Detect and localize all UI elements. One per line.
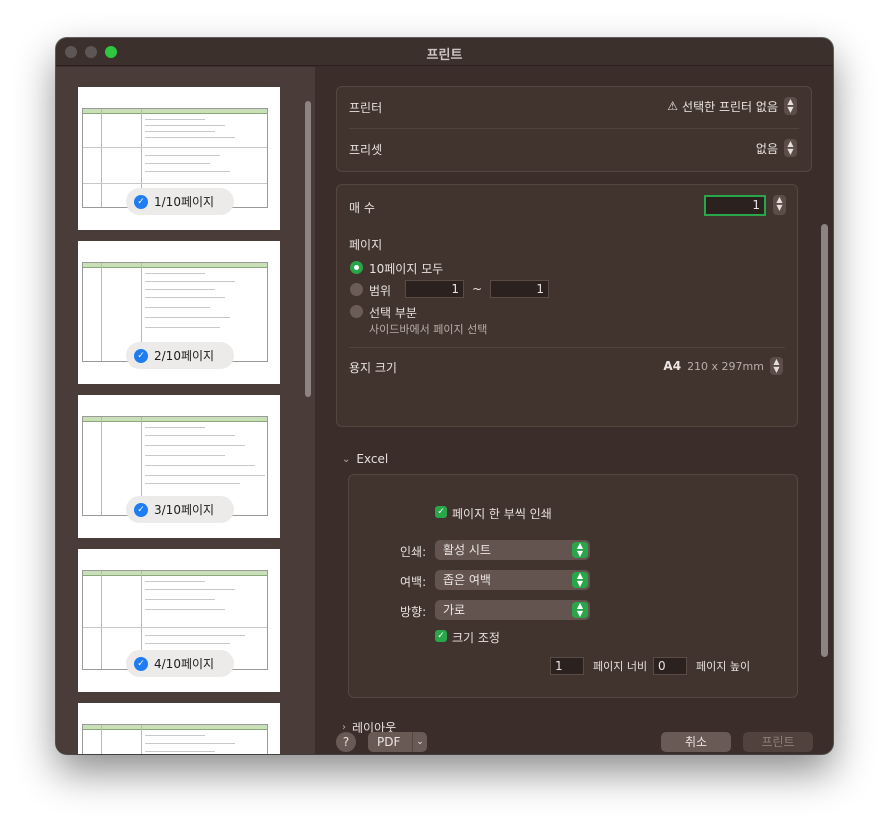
- print-settings-panel: 프린터 ⚠ 선택한 프린터 없음 ▲ ▼ 프리셋 없음 ▲ ▼ 매 수 1 ▲ ▼ 페…: [315, 67, 833, 754]
- pages-tall-label: 페이지 높이: [696, 660, 751, 673]
- copies-input[interactable]: 1: [704, 195, 766, 216]
- chevron-down-icon: ⌄: [412, 732, 427, 752]
- printer-preset-group: 프린터 ⚠ 선택한 프린터 없음 ▲ ▼ 프리셋 없음 ▲ ▼: [336, 86, 812, 172]
- window-title: 프린트: [426, 48, 463, 63]
- orientation-select[interactable]: 가로 ▲ ▼: [435, 600, 590, 620]
- pages-tall-input[interactable]: 0: [653, 657, 687, 675]
- selection-hint: 사이드바에서 페이지 선택: [369, 323, 488, 336]
- page-selected-badge[interactable]: ✓ 2/10페이지: [126, 342, 234, 369]
- page-number-label: 1/10페이지: [154, 195, 215, 209]
- scale-label: 크기 조정: [452, 631, 500, 645]
- orientation-value: 가로: [443, 603, 466, 617]
- checkmark-icon: ✓: [134, 656, 148, 671]
- pages-wide-label: 페이지 너비: [593, 660, 648, 673]
- paper-size-select[interactable]: A4 210 x 297mm ▲ ▼: [663, 356, 783, 376]
- page-thumbnail-4[interactable]: ✓ 4/10페이지: [78, 549, 280, 692]
- excel-section-title: Excel: [356, 452, 389, 466]
- preset-select[interactable]: 없음 ▲ ▼: [756, 138, 797, 158]
- printer-value: 선택한 프린터 없음: [682, 99, 778, 114]
- help-icon: ?: [342, 735, 350, 749]
- page-number-label: 4/10페이지: [154, 657, 215, 671]
- help-button[interactable]: ?: [336, 732, 356, 752]
- chevron-updown-icon: ▲ ▼: [572, 542, 588, 558]
- print-button[interactable]: 프린트: [743, 732, 813, 752]
- chevron-down-icon: ⌄: [342, 453, 351, 465]
- settings-scrollbar[interactable]: [821, 224, 828, 657]
- range-label: 범위: [369, 284, 392, 298]
- page-selected-badge[interactable]: ✓ 4/10페이지: [126, 650, 234, 677]
- all-pages-radio[interactable]: [350, 261, 363, 274]
- page-number-label: 2/10페이지: [154, 349, 215, 363]
- pages-label: 페이지: [349, 238, 383, 252]
- page-thumbnail-3[interactable]: ✓ 3/10페이지: [78, 395, 280, 538]
- title-bar: 프린트: [56, 38, 833, 66]
- chevron-right-icon: ›: [342, 721, 346, 733]
- scale-checkbox[interactable]: ✓: [435, 630, 447, 642]
- margin-value: 좁은 여백: [443, 573, 491, 587]
- chevron-updown-icon: ▲ ▼: [572, 572, 588, 588]
- divider: [349, 347, 785, 348]
- selection-radio[interactable]: [350, 305, 363, 318]
- printer-select[interactable]: ⚠ 선택한 프린터 없음 ▲ ▼: [667, 96, 797, 116]
- preset-value: 없음: [755, 141, 778, 156]
- copies-stepper[interactable]: ▲ ▼: [773, 195, 786, 215]
- chevron-updown-icon: ▲ ▼: [784, 139, 797, 157]
- orientation-label: 방향:: [400, 605, 427, 619]
- page-preview-sidebar[interactable]: ✓ 1/10페이지 ✓ 2/10페이지 ✓ 3/10페이지 ✓ 4/10페이지: [56, 67, 315, 754]
- range-to-input[interactable]: 1: [490, 280, 549, 298]
- page-thumbnail-2[interactable]: ✓ 2/10페이지: [78, 241, 280, 384]
- paper-size-value: A4: [663, 359, 682, 373]
- page-thumbnail-5[interactable]: [78, 703, 280, 754]
- selection-label: 선택 부분: [369, 306, 417, 320]
- chevron-updown-icon: ▲ ▼: [770, 357, 783, 375]
- paper-size-label: 용지 크기: [349, 361, 397, 375]
- print-scope-select[interactable]: 활성 시트 ▲ ▼: [435, 540, 590, 560]
- print-scope-value: 활성 시트: [443, 543, 491, 557]
- paper-dimensions: 210 x 297mm: [687, 359, 764, 373]
- chevron-updown-icon: ▲ ▼: [784, 97, 797, 115]
- excel-options-group: ✓ 페이지 한 부씩 인쇄 인쇄: 활성 시트 ▲ ▼ 여백: 좁은 여백 ▲ ▼ …: [348, 474, 798, 698]
- all-pages-label: 10페이지 모두: [369, 262, 444, 276]
- copies-label: 매 수: [349, 201, 375, 215]
- margin-label: 여백:: [400, 575, 427, 589]
- collate-checkbox[interactable]: ✓: [435, 506, 447, 518]
- range-separator: ~: [472, 282, 483, 296]
- pages-wide-input[interactable]: 1: [550, 657, 584, 675]
- print-scope-label: 인쇄:: [400, 545, 427, 559]
- checkmark-icon: ✓: [134, 194, 148, 209]
- page-number-label: 3/10페이지: [154, 503, 215, 517]
- dialog-footer: ? PDF ⌄ 취소 프린트: [315, 732, 833, 754]
- page-preview-image: [82, 724, 268, 754]
- divider: [349, 128, 799, 129]
- page-selected-badge[interactable]: ✓ 1/10페이지: [126, 188, 234, 215]
- warning-icon: ⚠: [667, 99, 679, 113]
- page-selected-badge[interactable]: ✓ 3/10페이지: [126, 496, 234, 523]
- checkmark-icon: ✓: [134, 348, 148, 363]
- range-from-input[interactable]: 1: [405, 280, 464, 298]
- pdf-label: PDF: [377, 735, 401, 749]
- copies-pages-group: 매 수 1 ▲ ▼ 페이지 10페이지 모두 범위 1 ~ 1 선택 부분 사이드…: [336, 184, 798, 427]
- cancel-button[interactable]: 취소: [661, 732, 731, 752]
- pdf-menu-button[interactable]: PDF ⌄: [368, 732, 427, 752]
- checkmark-icon: ✓: [134, 502, 148, 517]
- preset-label: 프리셋: [349, 143, 383, 157]
- sidebar-scrollbar[interactable]: [305, 101, 311, 397]
- printer-label: 프린터: [349, 101, 383, 115]
- collate-label: 페이지 한 부씩 인쇄: [452, 507, 552, 521]
- range-radio[interactable]: [350, 283, 363, 296]
- chevron-updown-icon: ▲ ▼: [572, 602, 588, 618]
- margin-select[interactable]: 좁은 여백 ▲ ▼: [435, 570, 590, 590]
- page-thumbnail-1[interactable]: ✓ 1/10페이지: [78, 87, 280, 230]
- print-dialog-window: 프린트 ✓ 1/10페이지 ✓ 2/10페이지 ✓ 3/10페이지 ✓ 4/10…: [56, 38, 833, 754]
- excel-section-header[interactable]: ⌄ Excel: [342, 452, 388, 466]
